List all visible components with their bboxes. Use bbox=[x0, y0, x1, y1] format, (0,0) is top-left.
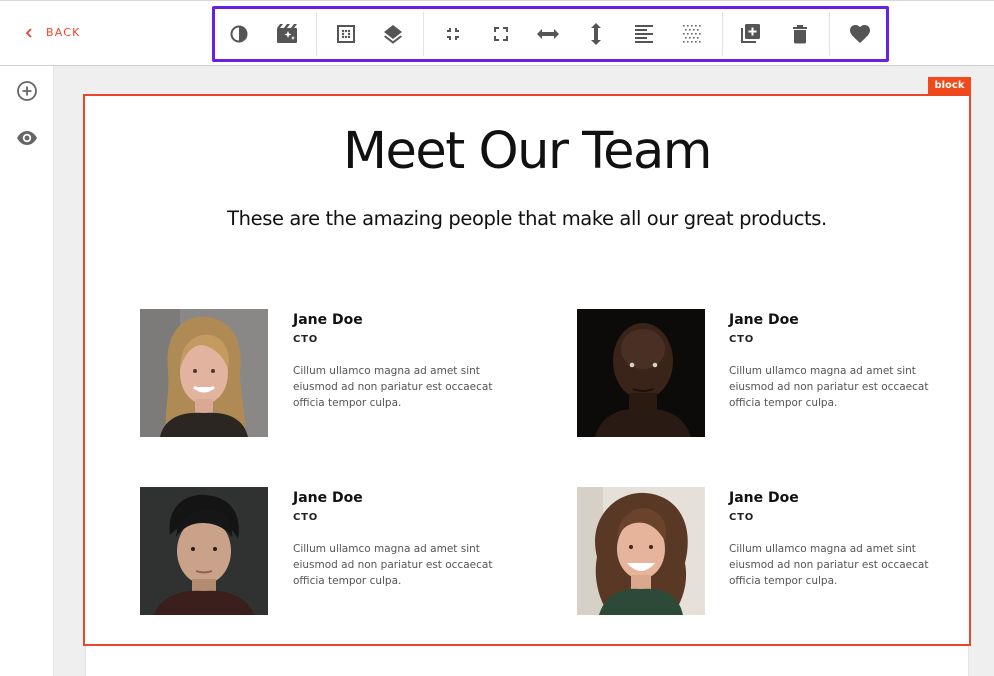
height-button[interactable] bbox=[584, 22, 608, 46]
back-button[interactable]: BACK bbox=[24, 26, 81, 39]
member-photo bbox=[577, 487, 705, 615]
young-man-portrait-photo bbox=[140, 487, 268, 615]
width-arrows-icon bbox=[537, 29, 559, 39]
top-bar: BACK bbox=[0, 0, 994, 66]
member-bio: Cillum ullamco magna ad amet sint eiusmo… bbox=[729, 365, 929, 409]
delete-button[interactable] bbox=[788, 22, 812, 46]
contrast-icon bbox=[230, 25, 248, 43]
member-role: CTO bbox=[293, 512, 319, 523]
add-block-button[interactable] bbox=[16, 80, 38, 102]
member-bio: Cillum ullamco magna ad amet sint eiusmo… bbox=[293, 543, 493, 587]
back-label: BACK bbox=[46, 26, 81, 39]
block-tag-label: block bbox=[928, 77, 971, 95]
member-name: Jane Doe bbox=[729, 490, 799, 506]
member-role: CTO bbox=[729, 334, 755, 345]
curly-woman-portrait-photo bbox=[577, 487, 705, 615]
toolbar-divider bbox=[829, 12, 830, 56]
member-bio: Cillum ullamco magna ad amet sint eiusmo… bbox=[729, 543, 929, 587]
toolbar-divider bbox=[316, 12, 317, 56]
layers-icon bbox=[384, 25, 402, 44]
next-block-area bbox=[85, 646, 969, 676]
favorite-icon bbox=[850, 25, 870, 43]
section-subtitle: These are the amazing people that make a… bbox=[227, 207, 827, 230]
fullscreen-exit-icon bbox=[447, 28, 459, 40]
expand-button[interactable] bbox=[489, 22, 513, 46]
grid-dots-icon bbox=[337, 25, 355, 43]
height-arrows-icon bbox=[591, 23, 601, 45]
toolbar-divider bbox=[423, 12, 424, 56]
duplicate-icon bbox=[741, 24, 760, 43]
animation-button[interactable] bbox=[275, 22, 299, 46]
section-title: Meet Our Team bbox=[343, 122, 712, 181]
member-role: CTO bbox=[729, 512, 755, 523]
member-role: CTO bbox=[293, 334, 319, 345]
member-photo bbox=[140, 487, 268, 615]
background-button[interactable] bbox=[680, 22, 704, 46]
favorite-button[interactable] bbox=[848, 22, 872, 46]
member-name: Jane Doe bbox=[293, 490, 363, 506]
member-photo bbox=[577, 309, 705, 437]
toolbar-divider bbox=[722, 12, 723, 56]
pattern-icon bbox=[683, 25, 701, 43]
member-photo bbox=[140, 309, 268, 437]
woman-portrait-photo bbox=[140, 309, 268, 437]
width-button[interactable] bbox=[536, 22, 560, 46]
contrast-button[interactable] bbox=[227, 22, 251, 46]
member-name: Jane Doe bbox=[729, 312, 799, 328]
preview-button[interactable] bbox=[16, 127, 38, 149]
eye-icon bbox=[17, 131, 37, 145]
member-bio: Cillum ullamco magna ad amet sint eiusmo… bbox=[293, 365, 493, 409]
add-circle-icon bbox=[17, 81, 37, 101]
member-name: Jane Doe bbox=[293, 312, 363, 328]
chevron-left-icon bbox=[25, 27, 32, 38]
duplicate-button[interactable] bbox=[738, 22, 762, 46]
block-toolbar bbox=[212, 6, 889, 62]
spacing-button[interactable] bbox=[334, 22, 358, 46]
man-portrait-photo bbox=[577, 309, 705, 437]
delete-icon bbox=[793, 25, 807, 44]
layers-button[interactable] bbox=[381, 22, 405, 46]
fullscreen-icon bbox=[494, 27, 508, 41]
align-button[interactable] bbox=[632, 22, 656, 46]
left-sidebar bbox=[0, 66, 54, 676]
shrink-button[interactable] bbox=[441, 22, 465, 46]
align-left-icon bbox=[635, 25, 653, 43]
movie-magic-icon bbox=[277, 24, 297, 43]
